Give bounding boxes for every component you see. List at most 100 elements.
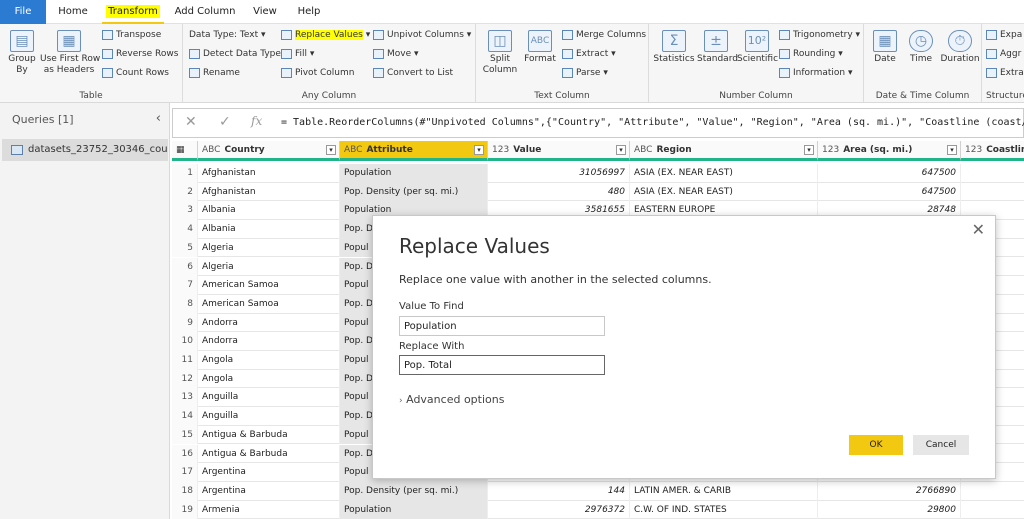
move-dropdown[interactable]: Move ▾ <box>373 48 419 60</box>
table-cell[interactable]: 647500 <box>818 164 961 183</box>
tab-help[interactable]: Help <box>290 0 328 24</box>
table-cell[interactable]: Afghanistan <box>198 164 340 183</box>
pivot-column-button[interactable]: Pivot Column <box>281 67 354 79</box>
query-item[interactable]: datasets_23752_30346_cou... <box>2 139 168 161</box>
filter-dropdown-icon[interactable]: ▾ <box>804 145 814 155</box>
convert-to-list-button[interactable]: Convert to List <box>373 67 453 79</box>
table-cell[interactable]: Afghanistan <box>198 182 340 202</box>
column-header-country[interactable]: ABC Country ▾ <box>198 141 340 161</box>
table-cell[interactable]: ASIA (EX. NEAR EAST) <box>630 164 818 183</box>
formula-text[interactable]: = Table.ReorderColumns(#"Unpivoted Colum… <box>281 117 1024 128</box>
table-cell[interactable]: 2976372 <box>488 500 630 519</box>
close-icon[interactable]: ✕ <box>972 220 985 239</box>
transpose-button[interactable]: Transpose <box>102 29 161 41</box>
date-label: Date <box>874 54 896 64</box>
unpivot-columns-dropdown[interactable]: Unpivot Columns ▾ <box>373 29 471 41</box>
tab-add-column[interactable]: Add Column <box>170 0 240 24</box>
table-cell[interactable]: Anguilla <box>198 388 340 408</box>
information-dropdown[interactable]: Information ▾ <box>779 67 853 79</box>
table-cell[interactable]: Population <box>340 164 488 183</box>
tab-view[interactable]: View <box>246 0 284 24</box>
table-cell[interactable]: Andorra <box>198 313 340 333</box>
table-cell[interactable]: Pop. Density (per sq. mi.) <box>340 182 488 202</box>
table-cell[interactable]: Antigua & Barbuda <box>198 425 340 445</box>
replace-with-input[interactable] <box>399 355 605 375</box>
table-cell[interactable]: Algeria <box>198 257 340 277</box>
confirm-formula-icon[interactable]: ✓ <box>219 114 231 130</box>
transpose-label: Transpose <box>116 30 162 40</box>
table-cell[interactable]: C.W. OF IND. STATES <box>630 500 818 519</box>
column-header-area[interactable]: 123 Area (sq. mi.) ▾ <box>818 141 961 161</box>
standard-button[interactable]: ± Standard <box>697 30 738 65</box>
column-header-value[interactable]: 123 Value ▾ <box>488 141 630 161</box>
detect-data-type-button[interactable]: Detect Data Type <box>189 48 281 60</box>
table-cell[interactable]: 480 <box>488 182 630 202</box>
table-menu-icon[interactable]: ▦ <box>172 141 198 161</box>
parse-dropdown[interactable]: Parse ▾ <box>562 67 608 79</box>
column-header-coastline[interactable]: 123Coastline <box>961 141 1024 161</box>
data-type-dropdown[interactable]: Data Type: Text ▾ <box>189 29 266 41</box>
rounding-dropdown[interactable]: Rounding ▾ <box>779 48 843 60</box>
table-cell[interactable]: ASIA (EX. NEAR EAST) <box>630 182 818 202</box>
table-cell[interactable]: Albania <box>198 201 340 221</box>
scientific-button[interactable]: 10² Scientific <box>737 30 778 65</box>
table-cell[interactable]: Anguilla <box>198 407 340 426</box>
table-cell[interactable]: Angola <box>198 369 340 389</box>
time-button[interactable]: ◷ Time <box>904 30 938 65</box>
time-label: Time <box>909 54 933 64</box>
filter-dropdown-icon[interactable]: ▾ <box>616 145 626 155</box>
format-button[interactable]: ABC Format <box>520 30 560 65</box>
column-header-region[interactable]: ABC Region ▾ <box>630 141 818 161</box>
filter-dropdown-icon[interactable]: ▾ <box>947 145 957 155</box>
fill-dropdown[interactable]: Fill ▾ <box>281 48 314 60</box>
collapse-chevron-icon[interactable]: ‹ <box>156 111 161 126</box>
aggregate-button[interactable]: Aggr <box>986 48 1021 60</box>
table-cell[interactable]: 647500 <box>818 182 961 202</box>
reverse-rows-button[interactable]: Reverse Rows <box>102 48 178 60</box>
table-cell[interactable]: Population <box>340 500 488 519</box>
table-cell[interactable]: LATIN AMER. & CARIB <box>630 481 818 501</box>
tab-home[interactable]: Home <box>50 0 96 24</box>
ok-button[interactable]: OK <box>849 435 903 455</box>
count-rows-button[interactable]: Count Rows <box>102 67 169 79</box>
replace-values-button[interactable]: Replace Values ▾ <box>281 29 370 41</box>
rename-button[interactable]: Rename <box>189 67 240 79</box>
split-column-button[interactable]: ◫ Split Column <box>482 30 518 76</box>
table-cell[interactable]: Antigua & Barbuda <box>198 444 340 464</box>
cancel-button[interactable]: Cancel <box>913 435 969 455</box>
use-first-row-button[interactable]: ▦ Use First Row as Headers <box>40 30 100 76</box>
filter-dropdown-icon[interactable]: ▾ <box>474 145 484 155</box>
advanced-options-toggle[interactable]: › Advanced options <box>399 393 504 406</box>
table-cell[interactable]: Armenia <box>198 500 340 519</box>
fx-icon[interactable]: fx <box>251 114 262 128</box>
extract-values-button[interactable]: Extra <box>986 67 1024 79</box>
table-cell[interactable]: Pop. Density (per sq. mi.) <box>340 481 488 501</box>
table-cell[interactable]: American Samoa <box>198 276 340 295</box>
table-cell[interactable]: Andorra <box>198 332 340 351</box>
table-cell[interactable]: Angola <box>198 351 340 370</box>
table-cell[interactable]: 31056997 <box>488 164 630 183</box>
table-cell[interactable]: 2766890 <box>818 481 961 501</box>
table-cell[interactable]: Albania <box>198 220 340 239</box>
column-header-attribute[interactable]: ABC Attribute ▾ <box>340 141 488 161</box>
duration-button[interactable]: ⏱ Duration <box>940 30 980 65</box>
table-cell[interactable]: American Samoa <box>198 294 340 314</box>
value-to-find-input[interactable] <box>399 316 605 336</box>
merge-columns-button[interactable]: Merge Columns <box>562 29 646 41</box>
trigonometry-dropdown[interactable]: Trigonometry ▾ <box>779 29 860 41</box>
table-cell[interactable]: Argentina <box>198 481 340 501</box>
tab-file[interactable]: File <box>0 0 46 24</box>
tab-transform[interactable]: Transform <box>102 0 164 24</box>
extract-dropdown[interactable]: Extract ▾ <box>562 48 616 60</box>
date-button[interactable]: ▦ Date <box>868 30 902 65</box>
table-cell[interactable]: Algeria <box>198 238 340 258</box>
cancel-formula-icon[interactable]: ✕ <box>185 114 197 130</box>
table-cell[interactable]: 144 <box>488 481 630 501</box>
statistics-button[interactable]: Σ Statistics <box>653 30 695 65</box>
group-by-button[interactable]: ▤ Group By <box>6 30 38 76</box>
filter-dropdown-icon[interactable]: ▾ <box>326 145 336 155</box>
table-cell[interactable]: 29800 <box>818 500 961 519</box>
expand-button[interactable]: Expa <box>986 29 1022 41</box>
count-rows-label: Count Rows <box>116 68 169 78</box>
table-cell[interactable]: Argentina <box>198 463 340 482</box>
